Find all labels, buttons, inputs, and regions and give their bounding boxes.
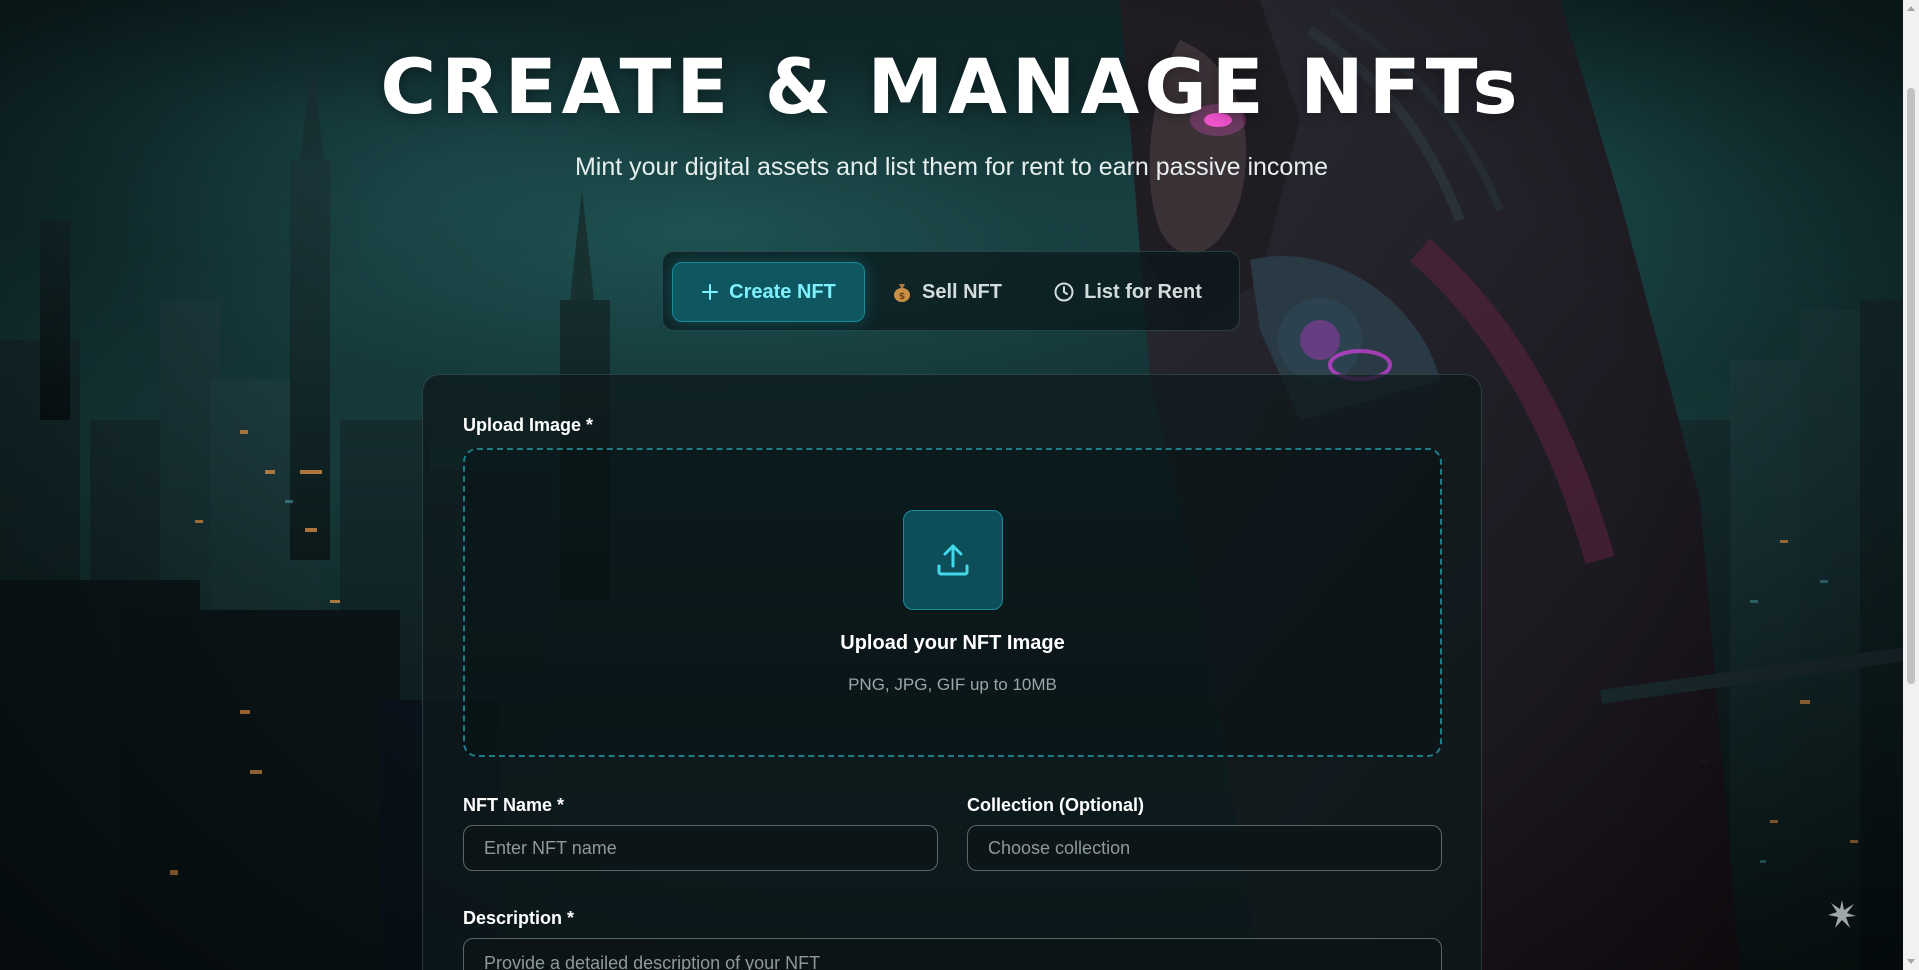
tab-label: Sell NFT [921,280,1002,303]
image-dropzone[interactable]: Upload your NFT Image PNG, JPG, GIF up t… [463,448,1442,757]
svg-text:$: $ [899,292,905,302]
tab-list-for-rent[interactable]: List for Rent [1031,262,1225,322]
page-subtitle: Mint your digital assets and list them f… [574,153,1329,181]
plus-icon [701,283,719,301]
page-title: CREATE & MANAGE NFTs [380,42,1523,131]
mode-tabs: Create NFT $ Sell NFT List for Rent [662,251,1240,331]
nft-name-input[interactable] [463,825,938,871]
dropzone-hint: PNG, JPG, GIF up to 10MB [848,675,1057,694]
description-textarea[interactable] [463,938,1442,970]
sparkle-icon[interactable] [1826,898,1858,930]
clock-icon [1054,282,1074,302]
scroll-down-arrow-icon[interactable] [1907,959,1915,964]
money-bag-icon: $ [892,281,912,303]
scrollbar-thumb[interactable] [1907,88,1915,684]
create-nft-form: Upload Image * Upload your NFT Image PNG… [422,374,1482,970]
upload-icon [903,510,1003,610]
tab-sell-nft[interactable]: $ Sell NFT [877,262,1017,322]
collection-label: Collection (Optional) [967,795,1144,815]
nft-name-label: NFT Name * [463,795,565,815]
scroll-up-arrow-icon[interactable] [1907,6,1915,11]
collection-select[interactable] [967,825,1442,871]
upload-image-label: Upload Image * [463,415,594,435]
tab-label: List for Rent [1084,280,1202,303]
tab-label: Create NFT [729,280,836,303]
dropzone-title: Upload your NFT Image [840,632,1065,654]
tab-create-nft[interactable]: Create NFT [672,262,865,322]
page-scrollbar[interactable] [1903,0,1919,970]
description-label: Description * [463,908,575,928]
